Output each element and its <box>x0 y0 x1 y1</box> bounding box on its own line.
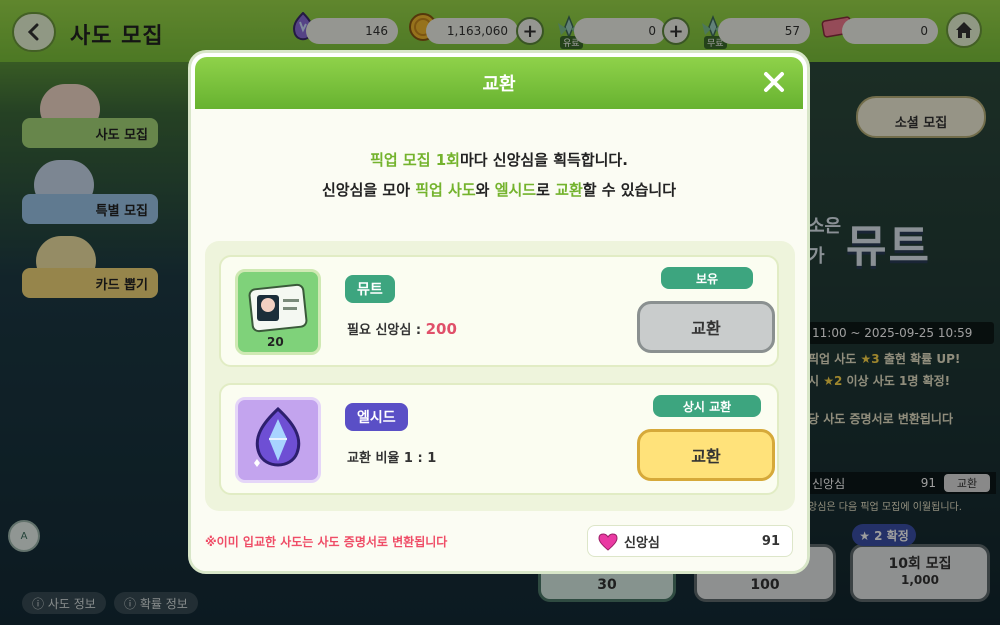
item-cost: 교환 비율 1 : 1 <box>347 451 437 466</box>
exchange-item-elsid: 엘시드 교환 비율 1 : 1 상시 교환 교환 <box>219 383 779 495</box>
modal-header: 교환 <box>195 57 803 109</box>
exchange-button-mute[interactable]: 교환 <box>637 301 775 353</box>
item-cost: 필요 신앙심 : 200 <box>347 320 457 338</box>
crystal-gem-icon <box>235 397 321 483</box>
balance-label: 신앙심 <box>624 535 660 551</box>
modal-desc-line-2: 신앙심을 모아 픽업 사도와 엘시드로 교환할 수 있습니다 <box>321 181 676 199</box>
modal-title: 교환 <box>482 74 516 95</box>
convert-notice: ※이미 입교한 사도는 사도 증명서로 변환됩니다 <box>205 535 448 549</box>
owned-badge: 보유 <box>661 267 753 289</box>
close-button[interactable] <box>759 67 789 97</box>
item-name-tag: 엘시드 <box>345 403 408 431</box>
balance-value: 91 <box>761 533 780 549</box>
modal-desc-line-1: 픽업 모집 1회마다 신앙심을 획득합니다. <box>370 151 628 169</box>
exchange-button-elsid[interactable]: 교환 <box>637 429 775 481</box>
exchange-modal: 교환 픽업 모집 1회마다 신앙심을 획득합니다. 신앙심을 모아 픽업 사도와… <box>188 50 810 574</box>
item-name-tag: 뮤트 <box>345 275 395 303</box>
heart-icon <box>598 533 618 551</box>
always-exchange-badge: 상시 교환 <box>653 395 761 417</box>
close-icon <box>764 72 784 92</box>
item-count: 20 <box>267 335 284 349</box>
exchange-item-mute: 20 뮤트 필요 신앙심 : 200 보유 교환 <box>219 255 779 367</box>
faith-balance: 신앙심 91 <box>587 525 793 557</box>
